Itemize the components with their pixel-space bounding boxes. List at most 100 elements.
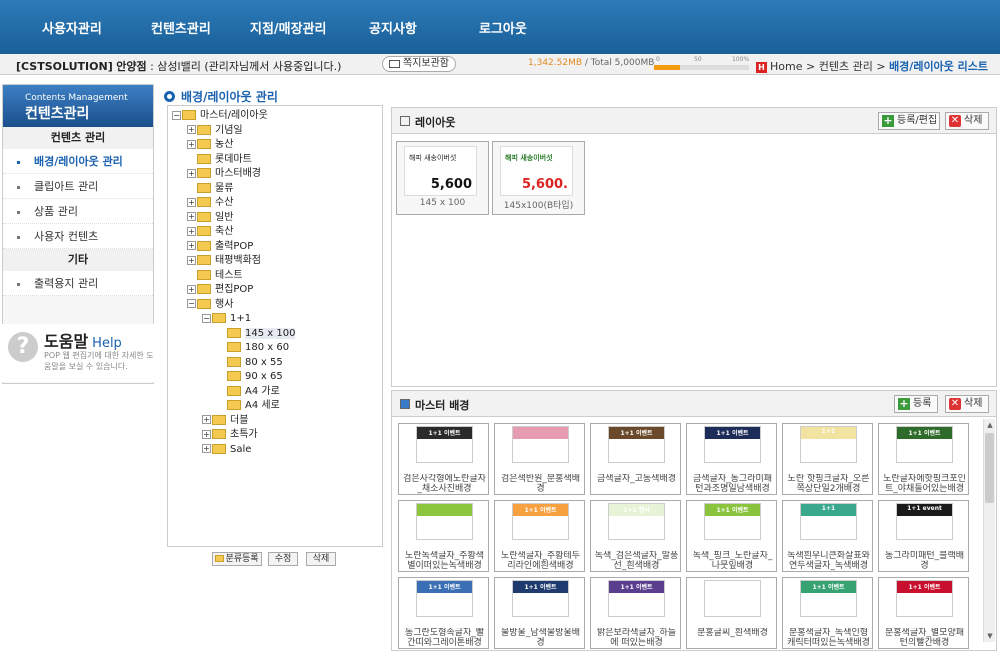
sidebar-item-products[interactable]: 상품 관리	[3, 199, 153, 224]
register-background-label: 등록	[913, 398, 932, 409]
background-card[interactable]: 1+1 이벤트 금색글자_동그라미패턴과조명일남색배경	[686, 423, 777, 495]
tree-node[interactable]: + 편집POP	[187, 283, 253, 297]
tree-node[interactable]: + 초특가	[202, 428, 258, 442]
background-card[interactable]: 1+1 이벤트 노란색글자_주황테두리라인에흰색배경	[494, 500, 585, 572]
expand-icon[interactable]: +	[187, 168, 196, 178]
background-card[interactable]: 1+1 녹색흰우니큰화살표와연두색글자_녹색배경	[782, 500, 873, 572]
sidebar-item-clipart[interactable]: 클립아트 관리	[3, 174, 153, 199]
background-card[interactable]: 1+1 행사 녹색_검은색글자_말풍선_흰색배경	[590, 500, 681, 572]
page-title-text: 배경/레이아웃 관리	[181, 90, 278, 104]
message-box-button[interactable]: 쪽지보관함	[382, 56, 456, 72]
expand-icon[interactable]: +	[202, 415, 211, 424]
storage-used: 1,342.52MB	[528, 58, 583, 68]
background-card[interactable]: 1+1 event 동그라미패턴_블랙배경	[878, 500, 969, 572]
delete-category-button[interactable]: 삭제	[306, 552, 336, 566]
expand-icon[interactable]: +	[187, 197, 196, 207]
sidebar-item-background-layout[interactable]: 배경/레이아웃 관리	[3, 149, 153, 174]
background-card[interactable]: 1+1 노란 핫핑크글자_오른쪽상단일2개배경	[782, 423, 873, 495]
tree-node[interactable]: A4 가로	[217, 385, 280, 399]
expand-icon[interactable]: +	[187, 125, 196, 134]
tree-node[interactable]: + 농산	[187, 138, 233, 152]
delete-background-button[interactable]: ✕ 삭제	[945, 395, 989, 413]
tree-node[interactable]: + 출력POP	[187, 240, 253, 254]
tree-node[interactable]: + 축산	[187, 225, 233, 239]
breadcrumb-home[interactable]: Home	[770, 60, 802, 73]
background-card[interactable]: 1+1 이벤트 검은사각형에노란글자_채소사진배경	[398, 423, 489, 495]
background-card[interactable]: 1+1 이벤트 분홍색글자_녹색인형 캐릭터떠있는녹색배경	[782, 577, 873, 649]
tree-node[interactable]: + 마스터배경	[187, 167, 261, 181]
add-category-button[interactable]: 분류등록	[212, 552, 262, 566]
breadcrumb-contents[interactable]: 컨텐츠 관리	[819, 60, 873, 73]
background-caption: 노란녹색글자_주황색별이떠있는녹색배경	[404, 551, 485, 571]
expand-icon[interactable]: +	[187, 139, 196, 149]
collapse-icon[interactable]: −	[187, 299, 196, 308]
tree-node[interactable]: + 기념일	[187, 124, 243, 138]
tree-node[interactable]: 90 x 65	[217, 370, 283, 384]
scroll-up-icon[interactable]: ▲	[986, 421, 994, 429]
nav-user-management[interactable]: 사용자관리	[42, 18, 102, 37]
background-card[interactable]: 1+1 이벤트 분홍색글자_별모양패턴의빨간배경	[878, 577, 969, 649]
collapse-icon[interactable]: −	[172, 110, 181, 120]
scroll-down-icon[interactable]: ▼	[986, 632, 994, 640]
background-thumbnail: 1+1 이벤트	[800, 580, 857, 617]
background-card[interactable]: 1+1 이벤트 노란글자에핫핑크포인트_야채들어있는배경	[878, 423, 969, 495]
register-background-button[interactable]: + 등록	[894, 395, 938, 413]
tree-node[interactable]: + 태평백화점	[187, 254, 261, 268]
expand-icon[interactable]: +	[187, 255, 196, 265]
tree-node[interactable]: + 더블	[202, 414, 248, 428]
background-card[interactable]: 1+1 이벤트 금색글자_고동색배경	[590, 423, 681, 495]
tree-node[interactable]: 롯데마트	[187, 153, 252, 167]
sidebar-item-user-contents[interactable]: 사용자 컨텐츠	[3, 224, 153, 249]
background-card[interactable]: 1+1 이벤트 밝은보라색글자_하늘에 떠있는배경	[590, 577, 681, 649]
expand-icon[interactable]: +	[187, 241, 196, 250]
tree-node[interactable]: − 마스터/레이아웃	[172, 109, 268, 123]
background-card[interactable]: 1+1 이벤트 동그란도형속글자_빨간띠와그레이톤배경	[398, 577, 489, 649]
tree-node[interactable]: 테스트	[187, 269, 243, 283]
expand-icon[interactable]: +	[187, 284, 196, 294]
thumbnail-band: 1+1 이벤트	[897, 581, 952, 593]
tree-node[interactable]: 180 x 60	[217, 341, 289, 355]
sidebar-item-paper[interactable]: 출력용지 관리	[3, 271, 153, 296]
nav-contents-management[interactable]: 컨텐츠관리	[151, 18, 211, 37]
help-box[interactable]: ? 도움말 Help POP 웹 편집기에 대한 자세한 도움말을 보실 수 있습…	[2, 324, 154, 382]
edit-category-button[interactable]: 수정	[268, 552, 298, 566]
tree-node[interactable]: + Sale	[202, 443, 251, 457]
tree-node-label: 수산	[215, 197, 234, 208]
login-info: [CSTSOLUTION] 안양점 : 삼성l밸리 (관리자님께서 사용중입니다…	[16, 58, 341, 74]
vertical-scrollbar[interactable]: ▲ ▼	[983, 419, 995, 642]
expand-icon[interactable]: +	[187, 212, 196, 221]
background-card[interactable]: 1+1 이벤트 분홍글씨_흰색배경	[686, 577, 777, 649]
collapse-icon[interactable]: −	[202, 313, 211, 323]
nav-branch-management[interactable]: 지점/매장관리	[250, 18, 327, 37]
tree-node[interactable]: − 1+1	[202, 312, 251, 326]
plus-icon: +	[898, 397, 910, 410]
tree-node[interactable]: A4 세로	[217, 399, 280, 413]
tree-node[interactable]: 물류	[187, 182, 233, 196]
nav-logout[interactable]: 로그아웃	[479, 18, 527, 37]
delete-layout-button[interactable]: ✕ 삭제	[945, 112, 989, 130]
sidebar-item-label: 사용자 컨텐츠	[34, 230, 99, 243]
background-card[interactable]: 검은색반원_분홍색배경	[494, 423, 585, 495]
layout-preview: 해피 새송이버섯 5,600.	[500, 146, 573, 196]
scrollbar-thumb[interactable]	[985, 433, 994, 503]
tree-node[interactable]: + 일반	[187, 211, 233, 225]
background-caption: 금색글자_동그라미패턴과조명일남색배경	[692, 474, 773, 494]
background-card[interactable]: 1+1 이벤트 물방울_남색물방울배경	[494, 577, 585, 649]
folder-icon	[212, 443, 226, 454]
register-edit-button[interactable]: + 등록/편집	[878, 112, 940, 130]
tree-node[interactable]: 80 x 55	[217, 356, 283, 370]
background-card[interactable]: 노란녹색글자_주황색별이떠있는녹색배경	[398, 500, 489, 572]
tree-node[interactable]: − 행사	[187, 298, 233, 312]
layout-thumbnail[interactable]: 해피 새송이버섯 5,600 145 x 100	[396, 141, 489, 215]
layout-thumbnail[interactable]: 해피 새송이버섯 5,600. 145x100(B타입)	[492, 141, 585, 215]
folder-icon	[197, 197, 211, 207]
background-caption: 검은사각형에노란글자_채소사진배경	[403, 474, 486, 494]
expand-icon[interactable]: +	[187, 226, 196, 236]
nav-notice[interactable]: 공지사항	[369, 18, 417, 37]
expand-icon[interactable]: +	[202, 429, 211, 439]
tree-node[interactable]: 145 x 100	[217, 327, 296, 341]
background-card[interactable]: 1+1 이벤트 녹색_핑크_노란글자_나뭇잎배경	[686, 500, 777, 572]
tree-node[interactable]: + 수산	[187, 196, 233, 210]
expand-icon[interactable]: +	[202, 444, 211, 453]
